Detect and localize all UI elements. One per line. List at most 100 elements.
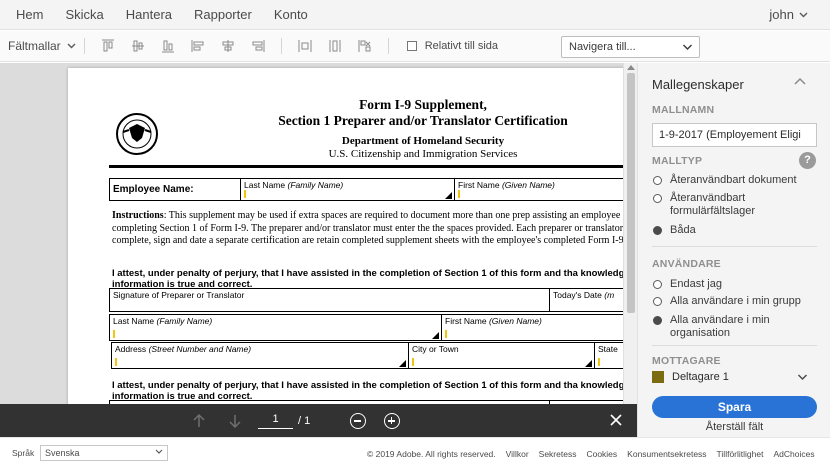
nav-account[interactable]: Konto bbox=[274, 7, 308, 22]
footer-link-terms[interactable]: Villkor bbox=[506, 449, 529, 459]
chevron-down-icon[interactable] bbox=[797, 373, 808, 381]
nav-manage[interactable]: Hantera bbox=[126, 7, 172, 22]
field-indicator bbox=[244, 190, 451, 198]
attest-text-1: I attest, under penalty of perjury, that… bbox=[112, 268, 637, 290]
field-corner-marker bbox=[432, 332, 439, 339]
footer-link-adchoices[interactable]: AdChoices bbox=[773, 449, 814, 459]
zoom-out-icon[interactable] bbox=[350, 413, 366, 429]
title-rule bbox=[109, 165, 637, 168]
match-size-icon[interactable] bbox=[356, 37, 374, 55]
type-option-reusable-field-layer[interactable]: Återanvändbart formulärfältslager bbox=[653, 192, 773, 218]
city-field[interactable]: City or Town bbox=[408, 342, 595, 369]
scrollbar-thumb[interactable] bbox=[627, 73, 635, 313]
radio-button[interactable] bbox=[653, 280, 662, 289]
employee-last-name-field[interactable]: Last Name (Family Name) bbox=[240, 178, 455, 201]
radio-button[interactable] bbox=[653, 316, 662, 325]
align-middle-icon[interactable] bbox=[129, 37, 147, 55]
field-indicator bbox=[445, 330, 637, 338]
preparer-last-name-field[interactable]: Last Name (Family Name) bbox=[109, 314, 442, 341]
footer-link-trust[interactable]: Tillförlitlighet bbox=[717, 449, 764, 459]
chevron-down-icon bbox=[67, 43, 76, 49]
footer-link-consumer-privacy[interactable]: Konsumentsekretess bbox=[627, 449, 706, 459]
close-icon[interactable] bbox=[609, 413, 623, 427]
previous-page-icon[interactable] bbox=[191, 413, 207, 429]
radio-button[interactable] bbox=[653, 194, 662, 203]
instructions-head: Instructions bbox=[112, 210, 164, 221]
attest-text-2: I attest, under penalty of perjury, that… bbox=[112, 380, 637, 402]
recipient-label: MOTTAGARE bbox=[652, 355, 721, 367]
align-right-icon[interactable] bbox=[249, 37, 267, 55]
chevron-up-icon[interactable] bbox=[794, 77, 806, 87]
align-left-icon[interactable] bbox=[189, 37, 207, 55]
todays-date-label: Today's Date bbox=[553, 290, 602, 300]
address-field[interactable]: Address (Street Number and Name) bbox=[111, 342, 409, 369]
scroll-up-icon[interactable] bbox=[627, 65, 635, 70]
align-top-icon[interactable] bbox=[99, 37, 117, 55]
navigate-to-select[interactable]: Navigera till... bbox=[561, 36, 700, 58]
nav-send[interactable]: Skicka bbox=[65, 7, 103, 22]
type-option-both[interactable]: Båda bbox=[653, 224, 696, 237]
radio-label: Alla användare i min organisation bbox=[670, 314, 770, 339]
user-menu[interactable]: john bbox=[769, 7, 808, 22]
address-hint: (Street Number and Name) bbox=[148, 344, 252, 354]
last-name-label: Last Name bbox=[113, 316, 155, 326]
chevron-down-icon bbox=[683, 44, 692, 50]
employee-name-label: Employee Name: bbox=[113, 184, 194, 195]
checkbox-box[interactable] bbox=[406, 41, 417, 51]
save-button[interactable]: Spara bbox=[652, 396, 817, 418]
align-center-icon[interactable] bbox=[219, 37, 237, 55]
employee-first-name-field[interactable]: First Name (Given Name) bbox=[454, 178, 637, 201]
chevron-down-icon bbox=[155, 449, 163, 454]
users-option-organisation[interactable]: Alla användare i min organisation bbox=[653, 314, 803, 340]
document-page: Form I-9 Supplement, Section 1 Preparer … bbox=[68, 68, 637, 437]
field-corner-marker bbox=[399, 360, 406, 367]
user-name: john bbox=[769, 7, 794, 22]
signature-field[interactable]: Signature of Preparer or Translator bbox=[109, 288, 550, 312]
field-templates-label: Fältmallar bbox=[8, 39, 61, 53]
radio-label: Båda bbox=[670, 224, 696, 236]
help-icon[interactable]: ? bbox=[799, 152, 816, 169]
align-bottom-icon[interactable] bbox=[159, 37, 177, 55]
language-select[interactable]: Svenska bbox=[40, 445, 168, 461]
next-page-icon[interactable] bbox=[227, 413, 243, 429]
field-corner-marker bbox=[445, 192, 452, 199]
users-option-group[interactable]: Alla användare i min grupp bbox=[653, 295, 801, 308]
employee-name-label-cell: Employee Name: bbox=[109, 178, 241, 201]
document-scrollbar[interactable] bbox=[623, 63, 637, 404]
footer-links: © 2019 Adobe. All rights reserved. Villk… bbox=[367, 449, 815, 459]
city-label: City or Town bbox=[412, 344, 459, 354]
type-option-reusable-document[interactable]: Återanvändbart dokument bbox=[653, 174, 797, 187]
distribute-horizontal-icon[interactable] bbox=[296, 37, 314, 55]
radio-label: Återanvändbart dokument bbox=[670, 174, 797, 186]
footer-link-privacy[interactable]: Sekretess bbox=[539, 449, 577, 459]
recipient-select[interactable]: Deltagare 1 bbox=[652, 371, 729, 383]
field-templates-dropdown[interactable]: Fältmallar bbox=[8, 39, 76, 53]
radio-button[interactable] bbox=[653, 297, 662, 306]
users-option-only-me[interactable]: Endast jag bbox=[653, 278, 722, 291]
nav-reports[interactable]: Rapporter bbox=[194, 7, 252, 22]
field-indicator bbox=[113, 330, 438, 338]
last-name-hint: (Family Name) bbox=[287, 180, 344, 190]
first-name-label: First Name bbox=[445, 316, 487, 326]
field-indicator bbox=[412, 358, 591, 366]
radio-label: Alla användare i min grupp bbox=[670, 295, 801, 307]
radio-button[interactable] bbox=[653, 226, 662, 235]
last-name-hint: (Family Name) bbox=[156, 316, 213, 326]
dhs-seal-icon bbox=[116, 113, 158, 155]
state-label: State bbox=[598, 344, 618, 354]
toolbar-divider bbox=[83, 38, 85, 54]
zoom-in-icon[interactable] bbox=[384, 413, 400, 429]
preparer-first-name-field[interactable]: First Name (Given Name) bbox=[441, 314, 637, 341]
footer-link-cookies[interactable]: Cookies bbox=[586, 449, 617, 459]
template-name-input[interactable]: 1-9-2017 (Employement Eligi bbox=[652, 123, 817, 147]
recipient-color-swatch bbox=[652, 371, 664, 383]
page-number-input[interactable]: 1 bbox=[258, 413, 293, 429]
relative-to-page-checkbox[interactable]: Relativt till sida bbox=[406, 40, 498, 52]
document-viewer: Form I-9 Supplement, Section 1 Preparer … bbox=[0, 63, 637, 437]
reset-fields-link[interactable]: Återställ fält bbox=[652, 421, 817, 433]
radio-button[interactable] bbox=[653, 176, 662, 185]
nav-home[interactable]: Hem bbox=[16, 7, 43, 22]
distribute-vertical-icon[interactable] bbox=[326, 37, 344, 55]
toolbar-divider bbox=[387, 38, 389, 54]
navigate-to-value: Navigera till... bbox=[569, 41, 636, 53]
